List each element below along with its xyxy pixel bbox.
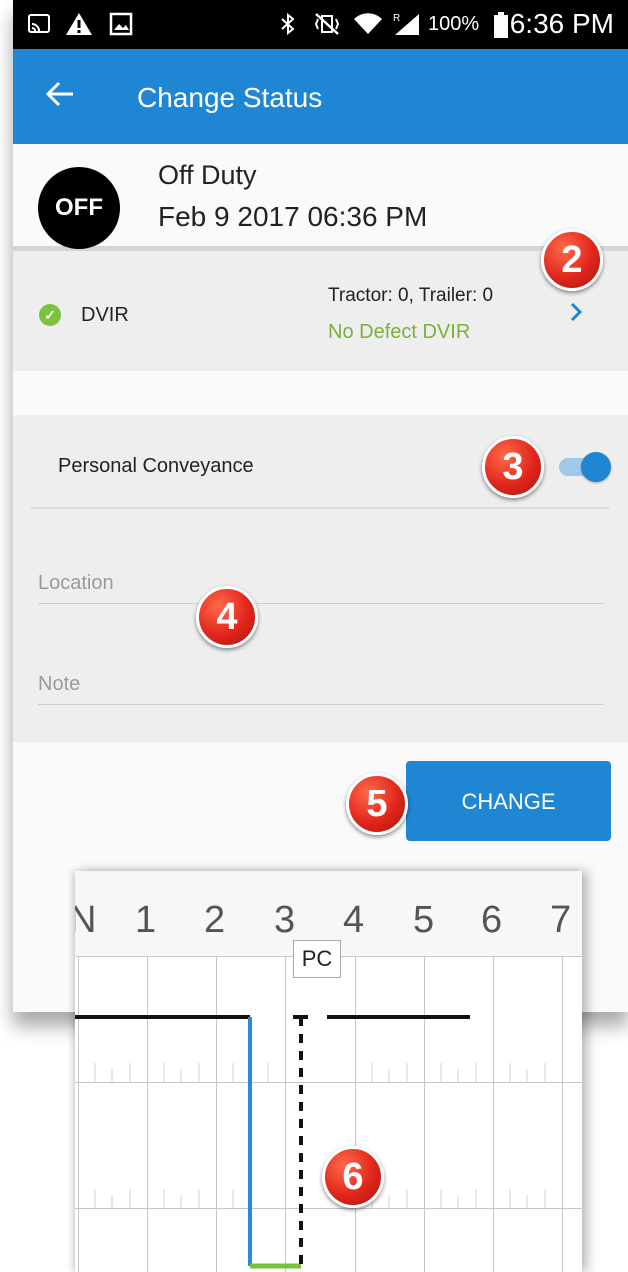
callout-badge-4: 4 xyxy=(196,586,258,648)
toggle-knob xyxy=(581,452,611,482)
status-timestamp: Feb 9 2017 06:36 PM xyxy=(158,201,428,232)
app-bar: Change Status xyxy=(13,49,628,144)
battery-percentage: 100% xyxy=(428,13,480,35)
status-name: Off Duty xyxy=(158,160,257,190)
callout-badge-5: 5 xyxy=(346,773,408,835)
callout-badge-3: 3 xyxy=(482,436,544,498)
personal-conveyance-toggle[interactable] xyxy=(559,452,611,482)
divider xyxy=(31,507,609,509)
signal-icon: R xyxy=(391,12,421,36)
clock: 6:36 PM xyxy=(509,8,614,39)
dvir-result: No Defect DVIR xyxy=(328,321,471,343)
change-button[interactable]: CHANGE xyxy=(406,761,611,841)
location-input[interactable] xyxy=(38,572,603,604)
pc-marker: PC xyxy=(293,940,341,978)
note-input[interactable] xyxy=(38,673,603,705)
wifi-icon xyxy=(353,12,383,36)
status-bar: R 100% 6:36 PM xyxy=(13,0,628,49)
graph-ticks xyxy=(75,1015,546,1272)
log-graph-inset: N 1 2 3 4 5 6 7 PC xyxy=(75,871,582,1272)
cast-icon xyxy=(27,12,53,36)
status-badge: OFF xyxy=(38,167,120,249)
page-title: Change Status xyxy=(137,82,323,113)
chevron-right-icon[interactable] xyxy=(569,299,583,330)
current-status-row: OFF Off Duty Feb 9 2017 06:36 PM xyxy=(13,144,628,251)
svg-text:R: R xyxy=(393,13,400,24)
back-arrow-icon[interactable] xyxy=(45,79,75,115)
dvir-row[interactable]: ✓ DVIR Tractor: 0, Trailer: 0 No Defect … xyxy=(13,251,628,371)
callout-badge-2: 2 xyxy=(541,229,603,291)
vibrate-off-icon xyxy=(313,12,341,36)
check-circle-icon: ✓ xyxy=(39,304,61,326)
warning-icon xyxy=(65,12,93,36)
dvir-counts: Tractor: 0, Trailer: 0 xyxy=(328,285,494,306)
callout-badge-6: 6 xyxy=(322,1146,384,1208)
phone-screen: R 100% 6:36 PM Change Status OFF Off Dut… xyxy=(13,0,628,1012)
bluetooth-icon xyxy=(278,12,298,36)
dvir-label: DVIR xyxy=(81,304,129,326)
personal-conveyance-label: Personal Conveyance xyxy=(58,455,254,477)
image-icon xyxy=(109,12,133,36)
battery-icon xyxy=(494,12,508,38)
